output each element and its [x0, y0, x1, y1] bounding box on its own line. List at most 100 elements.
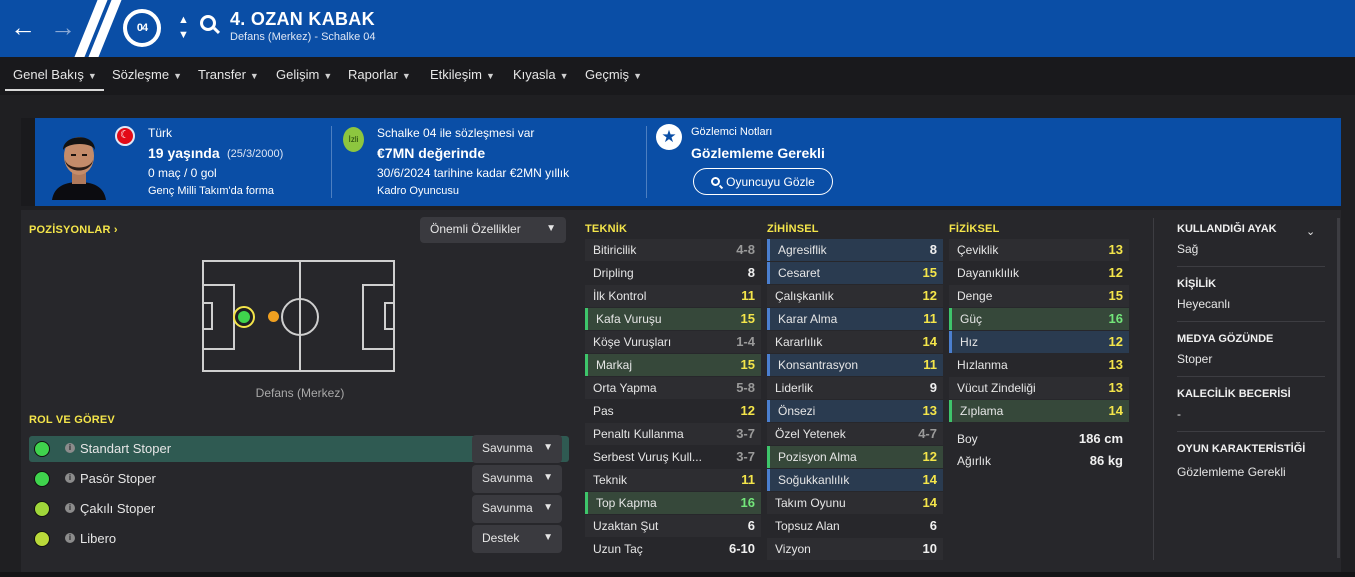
chevron-down-icon: ▼ [633, 71, 642, 81]
forward-arrow-icon[interactable]: → [50, 13, 76, 41]
menu-genel-bakis[interactable]: Genel Bakış ▼ [13, 67, 97, 82]
chevron-down-icon[interactable]: ▼ [178, 29, 189, 41]
menu-transfer[interactable]: Transfer ▼ [198, 67, 259, 82]
attribute-row[interactable]: Top Kapma 16 [585, 492, 761, 514]
secondary-position-marker[interactable] [268, 311, 279, 322]
chevron-up-icon[interactable]: ▲ [178, 14, 189, 26]
attribute-row[interactable]: Bitiricilik 4-8 [585, 239, 761, 261]
attribute-row[interactable]: Agresiflik 8 [767, 239, 943, 261]
international-caps: 0 maç / 0 gol [148, 166, 217, 180]
back-arrow-icon[interactable]: ← [10, 13, 36, 41]
attribute-row[interactable]: Pozisyon Alma 12 [767, 446, 943, 468]
attribute-row[interactable]: Takım Oyunu 14 [767, 492, 943, 514]
media-description-title: MEDYA GÖZÜNDE [1177, 333, 1274, 345]
attribute-row[interactable]: Önsezi 13 [767, 400, 943, 422]
attribute-row[interactable]: Orta Yapma 5-8 [585, 377, 761, 399]
turkey-flag-icon [115, 126, 135, 146]
attribute-row[interactable]: Kararlılık 14 [767, 331, 943, 353]
duty-dropdown[interactable]: Savunma ▼ [472, 435, 562, 463]
attribute-row[interactable]: Çeviklik 13 [949, 239, 1129, 261]
positions-heading[interactable]: POZİSYONLAR › [29, 224, 118, 236]
attribute-name: Soğukkanlılık [778, 473, 850, 487]
contract-badge: İzli [343, 127, 364, 152]
attribute-row[interactable]: Uzaktan Şut 6 [585, 515, 761, 537]
player-header: ← → 04 ▲ ▼ 4. OZAN KABAK Defans (Merkez)… [0, 0, 1355, 57]
scrollbar[interactable] [1337, 218, 1340, 558]
info-icon[interactable]: i [65, 473, 75, 483]
role-name: Standart Stoper [80, 441, 172, 456]
attribute-row[interactable]: Karar Alma 11 [767, 308, 943, 330]
attribute-row[interactable]: Vücut Zindeliği 13 [949, 377, 1129, 399]
menu-sozlesme[interactable]: Sözleşme ▼ [112, 67, 182, 82]
menu-raporlar[interactable]: Raporlar ▼ [348, 67, 411, 82]
attribute-row[interactable]: Uzun Taç 6-10 [585, 538, 761, 560]
attribute-value: 12 [1108, 265, 1123, 280]
attribute-row[interactable]: Kafa Vuruşu 15 [585, 308, 761, 330]
role-row[interactable]: i Pasör Stoper Savunma ▼ [29, 465, 569, 493]
role-row[interactable]: i Libero Destek ▼ [29, 525, 569, 553]
attribute-row[interactable]: Dayanıklılık 12 [949, 262, 1129, 284]
duty-dropdown[interactable]: Savunma ▼ [472, 495, 562, 523]
attribute-row[interactable]: Soğukkanlılık 14 [767, 469, 943, 491]
attribute-value: 13 [1108, 380, 1123, 395]
duty-label: Savunma [482, 441, 533, 455]
search-icon[interactable] [200, 15, 216, 31]
weight-row: Ağırlık 86 kg [949, 450, 1129, 472]
scout-player-button[interactable]: Oyuncuyu Gözle [693, 168, 833, 195]
menu-label: Kıyasla [513, 67, 556, 82]
contract-club: Schalke 04 ile sözleşmesi var [377, 126, 535, 140]
info-icon[interactable]: i [65, 503, 75, 513]
role-row[interactable]: i Çakılı Stoper Savunma ▼ [29, 495, 569, 523]
attribute-name: Denge [957, 289, 993, 303]
pitch-goal-area-right [384, 302, 395, 330]
attribute-row[interactable]: Liderlik 9 [767, 377, 943, 399]
attribute-row[interactable]: Penaltı Kullanma 3-7 [585, 423, 761, 445]
role-suitability-icon [34, 441, 50, 457]
attribute-name: Çeviklik [957, 243, 999, 257]
goalkeeping-title: KALECİLİK BECERİSİ [1177, 388, 1291, 400]
menu-gelisim[interactable]: Gelişim ▼ [276, 67, 332, 82]
duty-dropdown[interactable]: Destek ▼ [472, 525, 562, 553]
attributes-highlight-dropdown[interactable]: Önemli Özellikler ▼ [420, 217, 566, 243]
attribute-row[interactable]: Pas 12 [585, 400, 761, 422]
menu-etkilesim[interactable]: Etkileşim ▼ [430, 67, 495, 82]
attribute-row[interactable]: Hız 12 [949, 331, 1129, 353]
attribute-row[interactable]: Teknik 11 [585, 469, 761, 491]
attribute-row[interactable]: Vizyon 10 [767, 538, 943, 560]
duty-dropdown[interactable]: Savunma ▼ [472, 465, 562, 493]
attribute-row[interactable]: Markaj 15 [585, 354, 761, 376]
attribute-row[interactable]: Zıplama 14 [949, 400, 1129, 422]
goalkeeping-value: - [1177, 407, 1181, 421]
info-icon[interactable]: i [65, 533, 75, 543]
attribute-row[interactable]: Hızlanma 13 [949, 354, 1129, 376]
role-name: Pasör Stoper [80, 471, 156, 486]
attribute-row[interactable]: Köşe Vuruşları 1-4 [585, 331, 761, 353]
divider [646, 126, 647, 198]
attribute-row[interactable]: Konsantrasyon 11 [767, 354, 943, 376]
attribute-row[interactable]: Dripling 8 [585, 262, 761, 284]
chevron-down-icon: ▼ [401, 71, 411, 81]
attribute-row[interactable]: Serbest Vuruş Kull... 3-7 [585, 446, 761, 468]
position-pitch [202, 260, 395, 372]
attribute-row[interactable]: Çalışkanlık 12 [767, 285, 943, 307]
role-row[interactable]: i Standart Stoper Savunma ▼ [29, 435, 569, 463]
attribute-row[interactable]: İlk Kontrol 11 [585, 285, 761, 307]
club-crest-icon[interactable]: 04 [123, 9, 161, 47]
technical-heading: TEKNİK [585, 223, 628, 235]
attribute-row[interactable]: Topsuz Alan 6 [767, 515, 943, 537]
attribute-name: Top Kapma [596, 496, 657, 510]
attribute-row[interactable]: Denge 15 [949, 285, 1129, 307]
attribute-value: 12 [922, 288, 937, 303]
menu-gecmis[interactable]: Geçmiş ▼ [585, 67, 642, 82]
chevron-down-icon: ▼ [543, 442, 553, 453]
natural-position-marker[interactable] [233, 306, 255, 328]
attribute-row[interactable]: Özel Yetenek 4-7 [767, 423, 943, 445]
menu-kiyasla[interactable]: Kıyasla ▼ [513, 67, 569, 82]
attribute-value: 10 [922, 541, 937, 556]
pitch-centre-circle [281, 298, 319, 336]
attribute-row[interactable]: Cesaret 15 [767, 262, 943, 284]
chevron-down-icon[interactable]: ⌄ [1306, 225, 1315, 238]
attribute-name: Pas [593, 404, 614, 418]
attribute-row[interactable]: Güç 16 [949, 308, 1129, 330]
info-icon[interactable]: i [65, 443, 75, 453]
